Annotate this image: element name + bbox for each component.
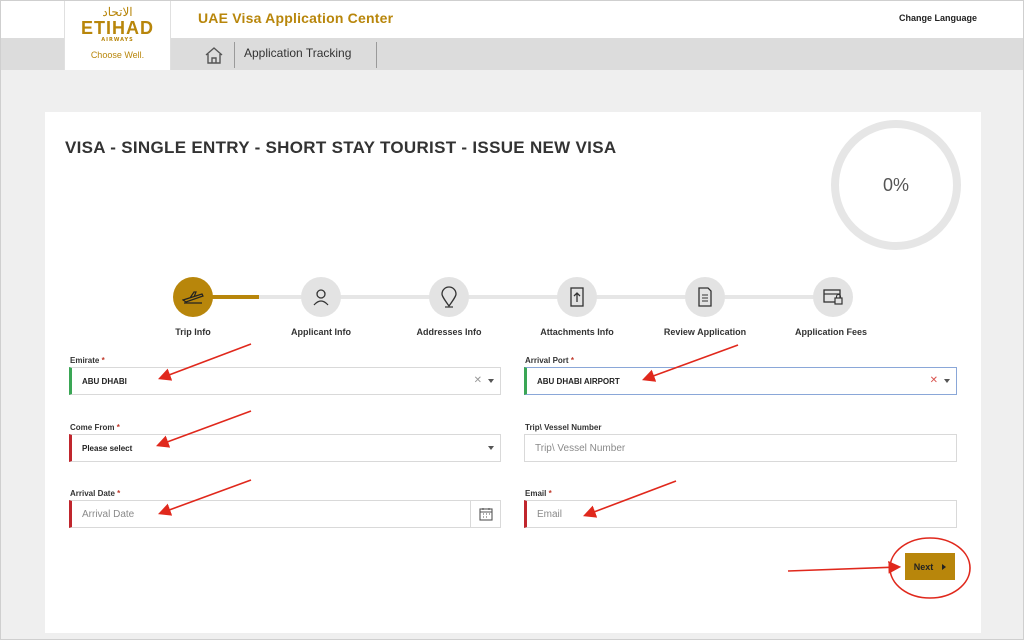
chevron-down-icon[interactable] (944, 379, 950, 383)
step-attachments-info[interactable] (557, 277, 597, 317)
vessel-number-input[interactable]: Trip\ Vessel Number (524, 434, 957, 462)
arrival-port-label: Arrival Port * (525, 356, 574, 365)
location-pin-icon (441, 286, 457, 308)
app-title: UAE Visa Application Center (198, 10, 394, 26)
upload-file-icon (570, 287, 584, 307)
emirate-select[interactable]: ABU DHABI ✕ (69, 367, 501, 395)
step-addresses-info[interactable] (429, 277, 469, 317)
logo-arabic-text: الاتحاد (102, 5, 133, 19)
vessel-number-placeholder: Trip\ Vessel Number (535, 442, 626, 454)
arrival-date-placeholder: Arrival Date (82, 508, 135, 520)
step-label: Application Fees (794, 327, 868, 337)
etihad-logo[interactable]: الاتحاد ETIHAD AIRWAYS Choose Well. (64, 1, 171, 70)
next-button[interactable]: Next (905, 553, 955, 580)
clear-icon[interactable]: ✕ (930, 375, 938, 386)
email-label: Email * (525, 489, 552, 498)
come-from-label: Come From * (70, 423, 120, 432)
payment-lock-icon (823, 289, 843, 305)
nav-separator (234, 42, 235, 68)
progress-ring: 0% (831, 120, 961, 250)
person-icon (313, 289, 329, 306)
clear-icon[interactable]: ✕ (474, 375, 482, 386)
email-input[interactable]: Email (524, 500, 957, 528)
step-label: Review Application (663, 327, 747, 337)
step-label: Addresses Info (416, 327, 482, 337)
emirate-value: ABU DHABI (82, 376, 127, 386)
calendar-button[interactable] (470, 501, 500, 527)
tab-application-tracking[interactable]: Application Tracking (244, 46, 351, 60)
airplane-icon (182, 291, 204, 304)
arrival-date-label: Arrival Date * (70, 489, 121, 498)
step-label: Applicant Info (291, 327, 351, 337)
arrival-port-select[interactable]: ABU DHABI AIRPORT ✕ (524, 367, 957, 395)
chevron-down-icon[interactable] (488, 446, 494, 450)
vessel-number-label: Trip\ Vessel Number (525, 423, 602, 432)
arrival-date-input[interactable]: Arrival Date (69, 500, 501, 528)
calendar-icon (478, 508, 493, 521)
emirate-label: Emirate * (70, 356, 105, 365)
come-from-value: Please select (82, 443, 133, 453)
logo-main-text: ETIHAD (81, 18, 154, 38)
step-review-application[interactable] (685, 277, 725, 317)
step-applicant-info[interactable] (301, 277, 341, 317)
browser-page: UAE Visa Application Center Change Langu… (0, 0, 1024, 640)
page-title: VISA - SINGLE ENTRY - SHORT STAY TOURIST… (65, 138, 617, 157)
arrival-port-value: ABU DHABI AIRPORT (537, 376, 620, 386)
step-label: Attachments Info (540, 327, 614, 337)
home-button[interactable] (200, 42, 228, 67)
document-icon (698, 287, 712, 307)
step-trip-info[interactable] (173, 277, 213, 317)
step-application-fees[interactable] (813, 277, 853, 317)
change-language-link[interactable]: Change Language (899, 13, 977, 23)
progress-value: 0% (882, 174, 909, 195)
chevron-down-icon[interactable] (488, 379, 494, 383)
come-from-select[interactable]: Please select (69, 434, 501, 462)
home-icon (205, 46, 223, 64)
email-placeholder: Email (537, 508, 563, 520)
nav-separator (376, 42, 377, 68)
step-label: Trip Info (175, 327, 211, 337)
logo-slogan: Choose Well. (90, 50, 145, 60)
stepper-track (193, 295, 833, 299)
arrow-right-icon (942, 563, 947, 570)
